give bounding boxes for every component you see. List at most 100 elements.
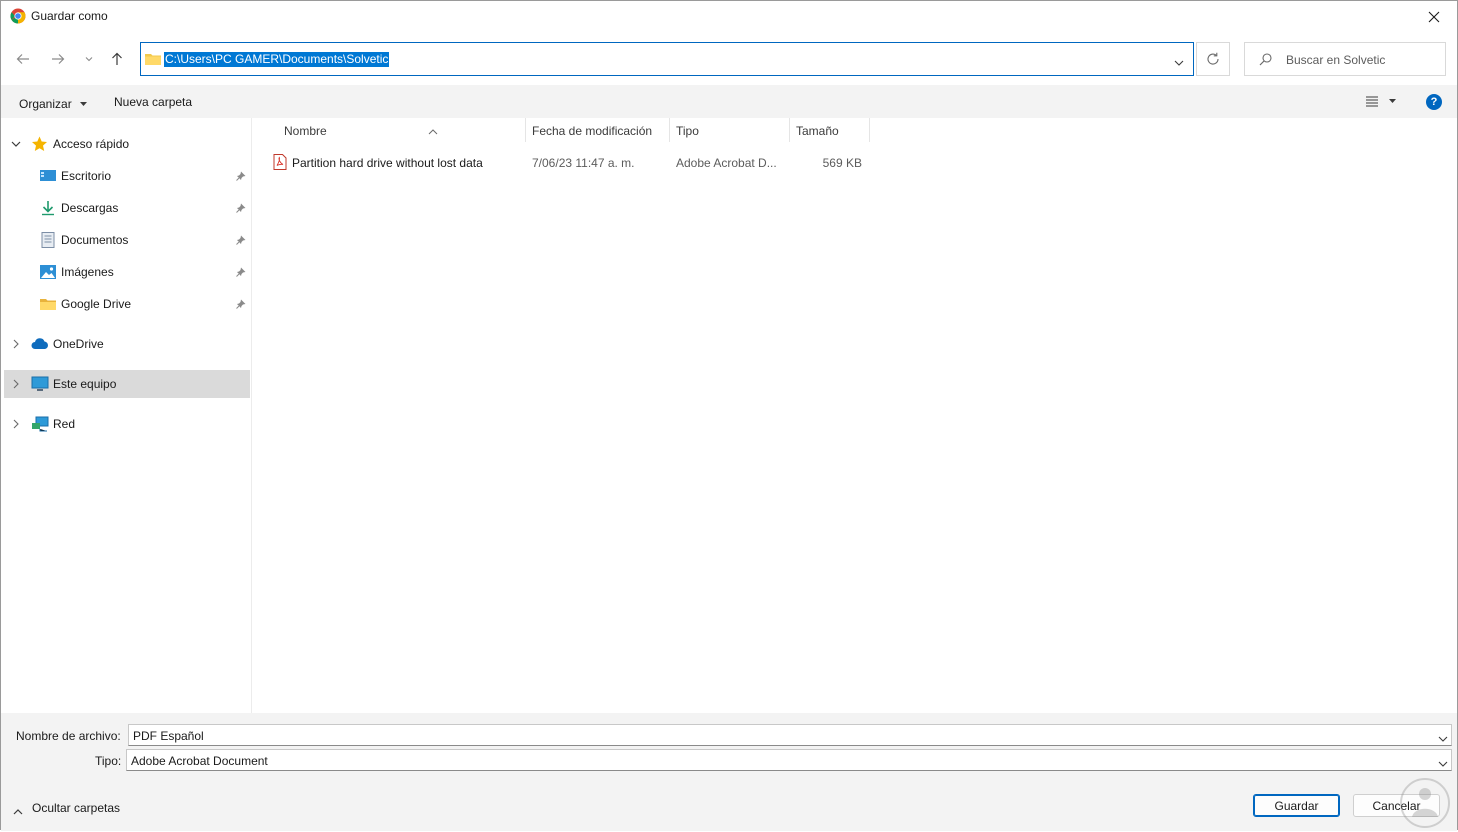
column-header-size[interactable]: Tamaño (796, 118, 868, 144)
save-options-panel: Nombre de archivo: PDF Español Tipo: Ado… (1, 713, 1457, 831)
chevron-up-icon (13, 804, 23, 818)
refresh-button[interactable] (1196, 42, 1230, 76)
column-divider[interactable] (869, 118, 870, 142)
window-title: Guardar como (31, 9, 108, 23)
chevron-down-icon[interactable] (1438, 756, 1448, 770)
filename-value[interactable]: PDF Español (133, 729, 204, 743)
sidebar-item-label: Escritorio (61, 169, 112, 183)
back-button[interactable] (11, 47, 35, 71)
sidebar-item-label: Documentos (61, 233, 129, 247)
file-type-select[interactable]: Adobe Acrobat Document (126, 749, 1452, 771)
pin-icon (236, 234, 246, 248)
sidebar-item-desktop[interactable]: Escritorio (4, 162, 250, 190)
sidebar-item-label: Descargas (61, 201, 119, 215)
save-as-dialog: Guardar como C:\Users\PC GAMER\Documents… (0, 0, 1458, 831)
address-bar[interactable]: C:\Users\PC GAMER\Documents\Solvetic (140, 42, 1194, 76)
pdf-icon (273, 154, 287, 173)
sidebar-item-google-drive[interactable]: Google Drive (4, 290, 250, 318)
arrow-left-icon (16, 54, 29, 64)
navigation-pane: Acceso rápido Escritorio Descargas Docum… (1, 118, 252, 713)
forward-button[interactable] (46, 47, 70, 71)
column-header-label: Tamaño (796, 124, 839, 138)
column-header-type[interactable]: Tipo (676, 118, 788, 144)
sidebar-item-network[interactable]: Red (4, 410, 250, 438)
hide-folders-label: Ocultar carpetas (32, 801, 121, 815)
chrome-icon (10, 8, 26, 24)
file-type-label: Tipo: (95, 754, 122, 768)
refresh-icon (1207, 52, 1219, 65)
column-header-name[interactable]: Nombre (284, 118, 524, 144)
star-icon (31, 136, 49, 152)
column-divider[interactable] (525, 118, 526, 142)
address-dropdown-button[interactable] (1174, 55, 1184, 69)
sort-ascending-icon (428, 124, 438, 138)
sidebar-item-this-pc[interactable]: Este equipo (4, 370, 250, 398)
organize-menu-button[interactable]: Organizar (19, 95, 88, 111)
view-list-icon (1366, 96, 1396, 107)
address-path[interactable]: C:\Users\PC GAMER\Documents\Solvetic (164, 52, 390, 67)
sidebar-item-label: Google Drive (61, 297, 132, 311)
search-icon (1259, 53, 1272, 69)
column-header-label: Fecha de modificación (532, 124, 653, 138)
close-button[interactable] (1411, 1, 1457, 33)
pictures-icon (39, 264, 57, 280)
chevron-down-icon[interactable] (1438, 731, 1448, 745)
sidebar-item-downloads[interactable]: Descargas (4, 194, 250, 222)
column-header-date[interactable]: Fecha de modificación (532, 118, 668, 144)
save-button[interactable]: Guardar (1253, 794, 1340, 817)
chevron-down-icon[interactable] (11, 138, 21, 152)
filename-label: Nombre de archivo: (16, 729, 121, 743)
folder-icon (39, 296, 57, 312)
desktop-icon (39, 168, 57, 184)
sidebar-item-pictures[interactable]: Imágenes (4, 258, 250, 286)
documents-icon (39, 232, 57, 248)
chevron-right-icon[interactable] (11, 338, 21, 352)
sidebar-item-label: Acceso rápido (53, 137, 130, 151)
title-bar: Guardar como (1, 1, 1457, 33)
sidebar-item-label: Este equipo (53, 377, 117, 391)
arrow-up-icon (112, 52, 122, 65)
column-divider[interactable] (789, 118, 790, 142)
column-divider[interactable] (669, 118, 670, 142)
arrow-right-icon (52, 54, 65, 64)
file-list: Nombre Fecha de modificación Tipo Tamaño… (253, 118, 1457, 713)
file-type: Adobe Acrobat D... (676, 156, 777, 170)
close-icon (1428, 11, 1440, 23)
chevron-down-icon (1174, 60, 1184, 66)
caret-down-icon (80, 95, 88, 109)
navigation-bar: C:\Users\PC GAMER\Documents\Solvetic Bus… (1, 37, 1457, 81)
sidebar-item-documents[interactable]: Documentos (4, 226, 250, 254)
view-options-button[interactable] (1365, 94, 1399, 111)
table-row[interactable]: Partition hard drive without lost data 7… (271, 154, 869, 174)
chevron-right-icon[interactable] (11, 378, 21, 392)
search-placeholder: Buscar en Solvetic (1286, 53, 1386, 67)
command-bar: Organizar Nueva carpeta ? (1, 85, 1457, 118)
column-header-label: Nombre (284, 124, 327, 138)
column-header-label: Tipo (676, 124, 699, 138)
new-folder-button[interactable]: Nueva carpeta (114, 95, 192, 109)
pin-icon (236, 202, 246, 216)
up-button[interactable] (105, 47, 129, 71)
search-box[interactable]: Buscar en Solvetic (1244, 42, 1446, 76)
folder-icon (144, 52, 162, 69)
sidebar-item-quick-access[interactable]: Acceso rápido (4, 130, 250, 158)
help-icon[interactable]: ? (1426, 94, 1442, 110)
filename-field[interactable]: PDF Español (128, 724, 1452, 746)
download-icon (39, 200, 57, 216)
sidebar-item-label: Red (53, 417, 76, 431)
sidebar-item-onedrive[interactable]: OneDrive (4, 330, 250, 358)
recent-locations-button[interactable] (77, 47, 101, 71)
sidebar-item-label: Imágenes (61, 265, 114, 279)
file-name: Partition hard drive without lost data (292, 156, 483, 170)
logo-watermark (1399, 777, 1451, 829)
cloud-icon (31, 336, 49, 352)
file-type-value: Adobe Acrobat Document (131, 754, 268, 768)
chevron-down-icon (85, 57, 93, 62)
file-date: 7/06/23 11:47 a. m. (532, 156, 635, 170)
chevron-right-icon[interactable] (11, 418, 21, 432)
file-size: 569 KB (822, 156, 862, 170)
computer-icon (31, 376, 49, 392)
pin-icon (236, 266, 246, 280)
organize-label: Organizar (19, 97, 72, 111)
new-folder-label: Nueva carpeta (114, 95, 193, 109)
